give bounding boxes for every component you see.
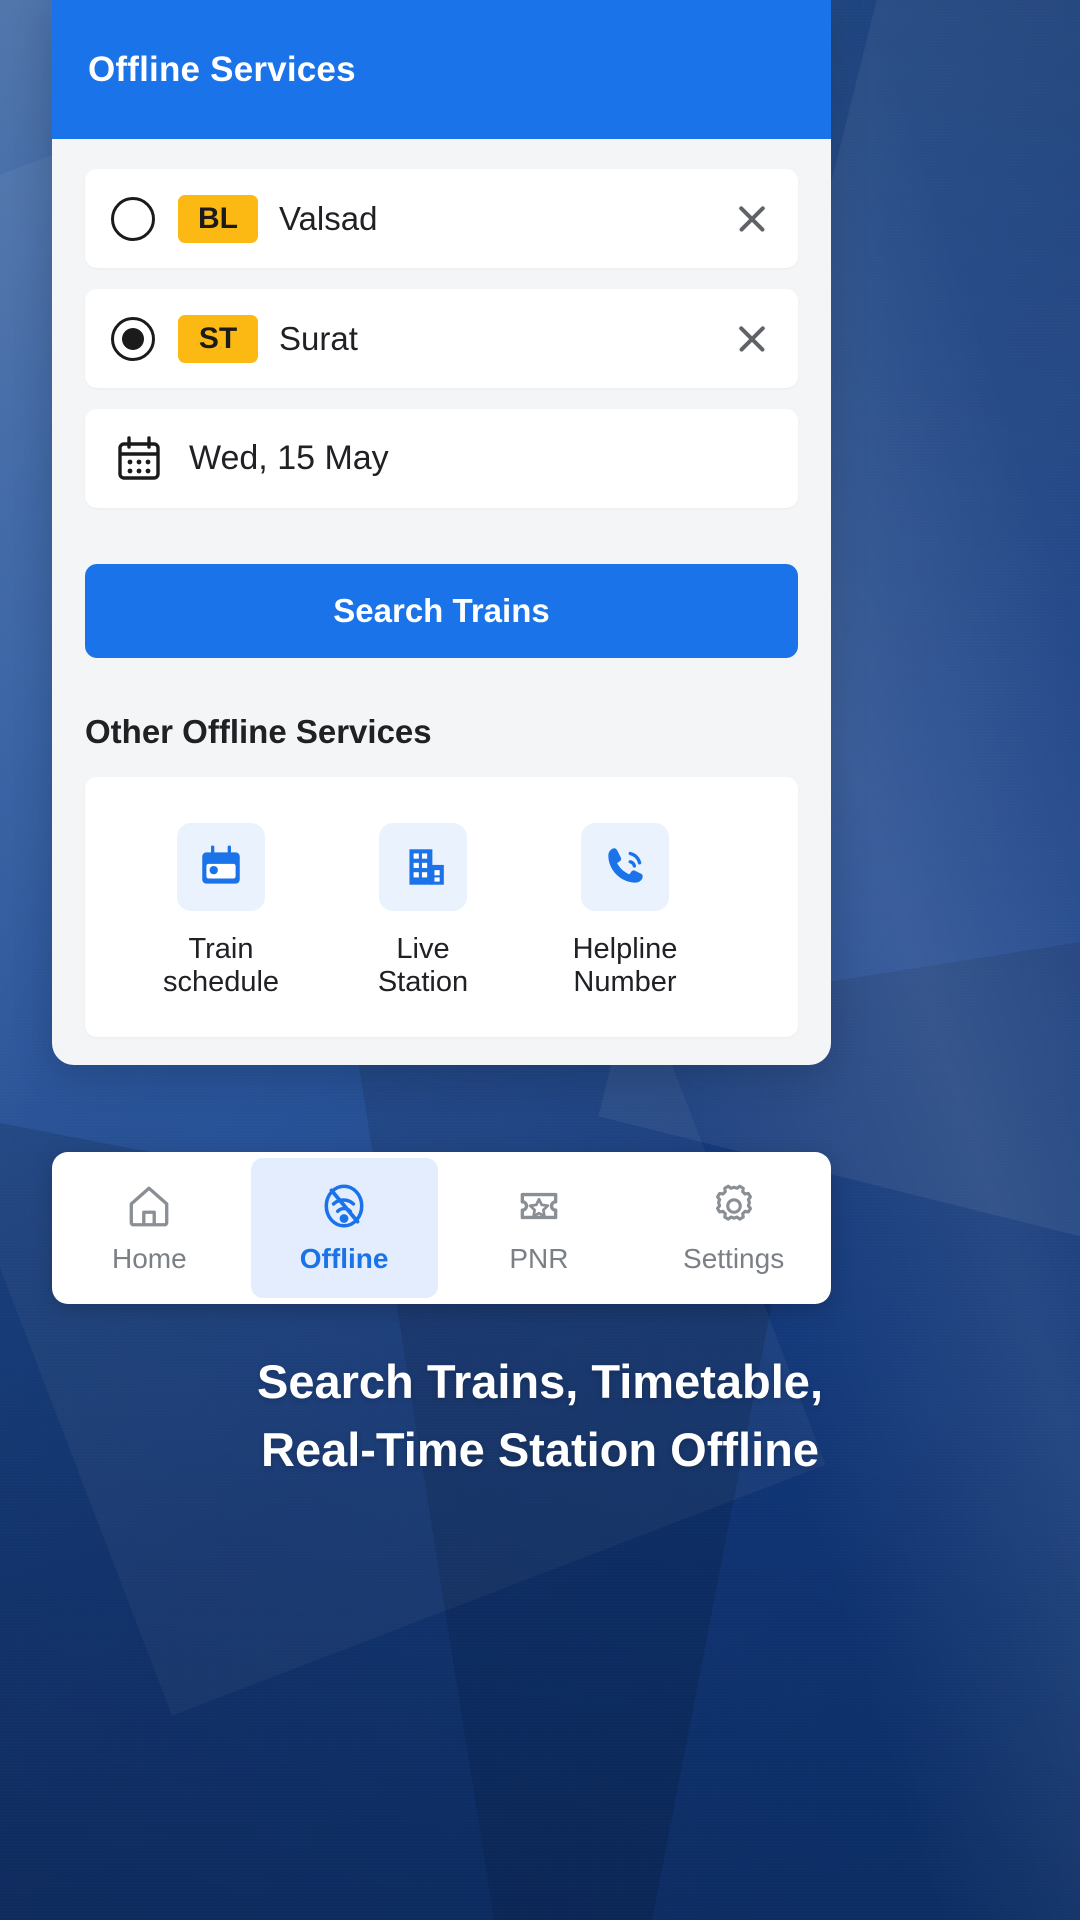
- service-icon-box: [177, 823, 265, 911]
- station-radio-from[interactable]: [111, 196, 155, 241]
- service-live-station[interactable]: Live Station: [335, 823, 511, 999]
- station-code-from: BL: [178, 194, 258, 243]
- page-title: Offline Services: [88, 49, 356, 89]
- home-icon: [130, 1186, 169, 1227]
- bottom-navigation-bar: Home Offline PNR Settings: [52, 1152, 831, 1304]
- selected-date: Wed, 15 May: [189, 439, 389, 477]
- clear-station-to-icon[interactable]: [732, 319, 772, 359]
- date-picker-row[interactable]: Wed, 15 May: [85, 409, 798, 508]
- search-trains-button[interactable]: Search Trains: [85, 564, 798, 658]
- gear-icon: [715, 1184, 752, 1221]
- building-icon: [409, 849, 444, 885]
- other-services-card: Train schedule Live Station Helpline Num…: [85, 777, 798, 1037]
- calendar-schedule-icon: [202, 845, 240, 884]
- service-train-schedule[interactable]: Train schedule: [133, 823, 309, 999]
- station-code-to: ST: [178, 314, 258, 363]
- calendar-icon: [118, 435, 160, 480]
- ticket-star-icon: [520, 1192, 558, 1220]
- nav-item-settings[interactable]: Settings: [640, 1158, 827, 1298]
- clear-station-from-icon[interactable]: [732, 199, 772, 239]
- app-header: Offline Services: [52, 0, 831, 139]
- nav-label: PNR: [509, 1243, 569, 1274]
- nav-label: Offline: [299, 1243, 389, 1274]
- nav-label: Home: [112, 1243, 187, 1274]
- service-helpline-number[interactable]: Helpline Number: [537, 823, 713, 999]
- nav-item-home[interactable]: Home: [56, 1158, 243, 1298]
- station-row-from[interactable]: BL Valsad: [85, 169, 798, 268]
- service-label: Helpline Number: [572, 933, 678, 998]
- station-name-from: Valsad: [279, 199, 378, 237]
- station-name-to: Surat: [279, 319, 358, 357]
- station-row-to[interactable]: ST Surat: [85, 289, 798, 388]
- service-icon-box: [581, 823, 669, 911]
- app-body: BL Valsad ST Surat Wed, 15 May Search Tr…: [52, 139, 831, 1065]
- offline-icon: [324, 1184, 364, 1228]
- phone-ring-icon: [608, 848, 643, 883]
- station-radio-to[interactable]: [111, 316, 155, 361]
- service-label: Train schedule: [162, 933, 280, 998]
- promo-tagline: Search Trains, Timetable, Real-Time Stat…: [257, 1355, 823, 1477]
- nav-item-offline[interactable]: Offline: [250, 1158, 438, 1298]
- service-label: Live Station: [377, 933, 469, 998]
- screenshot-root: Offline Services BL Valsad ST Surat Wed,…: [0, 0, 1080, 1920]
- nav-item-pnr[interactable]: PNR: [446, 1158, 633, 1298]
- app-screen-card: Offline Services BL Valsad ST Surat Wed,…: [52, 0, 831, 1065]
- service-icon-box: [379, 823, 467, 911]
- other-services-title: Other Offline Services: [85, 713, 432, 750]
- nav-label: Settings: [683, 1243, 785, 1274]
